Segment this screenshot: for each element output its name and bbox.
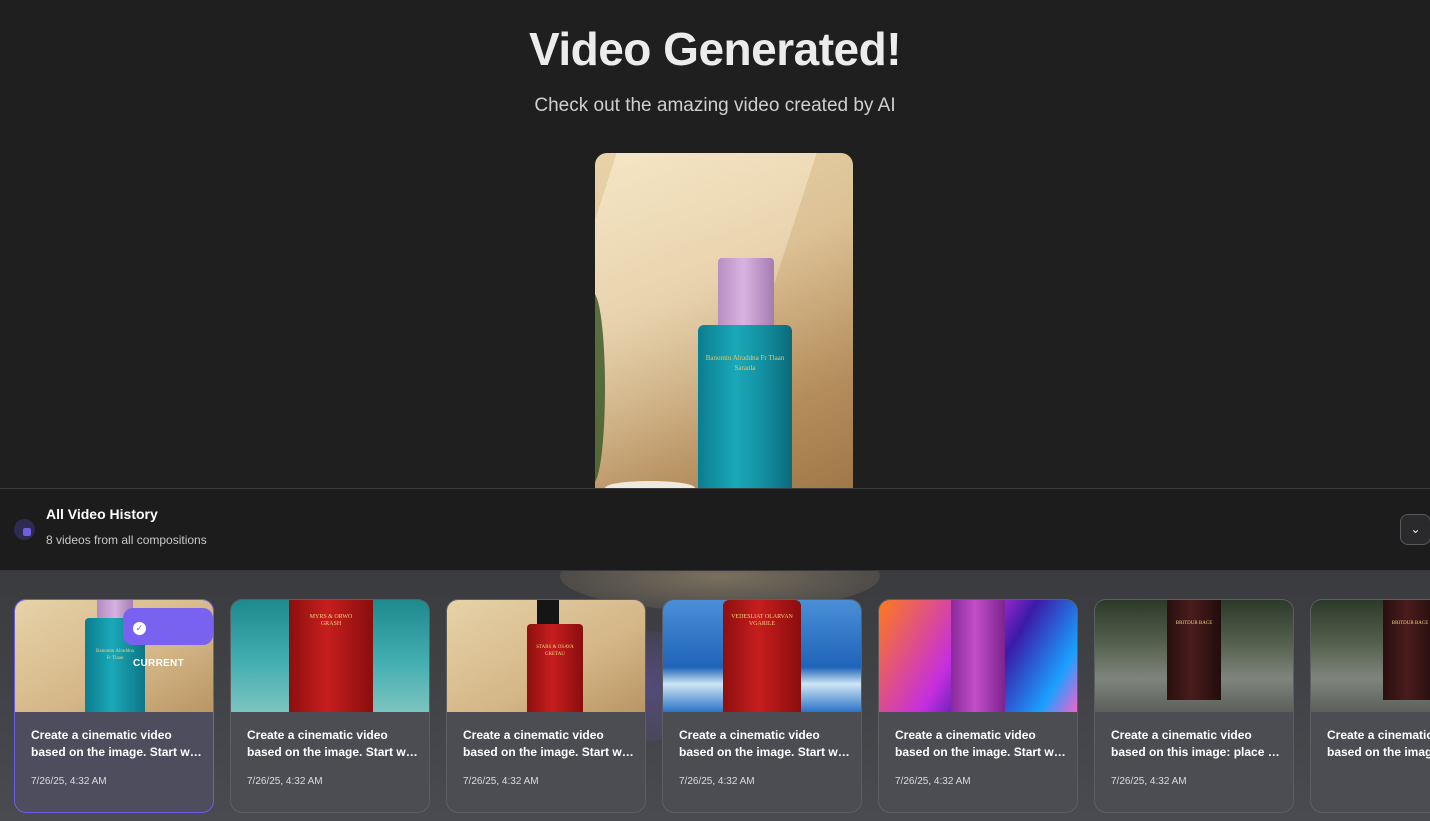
- video-thumbnail: BRITDUR BACE: [1311, 600, 1430, 712]
- video-history-strip[interactable]: Banomtu Alraddna Fr Tlaan ✓CURRENT Create…: [0, 571, 1430, 821]
- card-prompt: Create a cinematic based on the image: [1327, 728, 1430, 759]
- video-thumbnail: STARS & OSAVA GRETAU: [447, 600, 645, 712]
- card-prompt: Create a cinematic video based on the im…: [679, 728, 851, 759]
- video-thumbnail: BRITDUR BACE: [1095, 600, 1293, 712]
- history-card[interactable]: Banomtu Alraddna Fr Tlaan ✓CURRENT Create…: [14, 599, 214, 813]
- history-card[interactable]: VEDESLIAT OLARVAN VGARILE Create a cinema…: [662, 599, 862, 813]
- card-date: 7/26/25, 4:32 AM: [463, 776, 539, 787]
- card-date: 7/26/25, 4:32 AM: [679, 776, 755, 787]
- history-card[interactable]: STARS & OSAVA GRETAU Create a cinematic v…: [446, 599, 646, 813]
- card-prompt: Create a cinematic video based on the im…: [895, 728, 1067, 759]
- card-prompt: Create a cinematic video based on this i…: [1111, 728, 1283, 759]
- card-date: 7/26/25, 4:32 AM: [247, 776, 323, 787]
- page-title: Video Generated!: [528, 23, 902, 75]
- bottle-cap: [718, 258, 774, 326]
- card-date: 7/26/25, 4:32 AM: [1111, 776, 1187, 787]
- video-player[interactable]: Banomtu Alraddna Fr Tlaan Saranla: [595, 153, 853, 489]
- result-stage: Video Generated! Check out the amazing v…: [0, 0, 1430, 489]
- video-thumbnail: VEDESLIAT OLARVAN VGARILE: [663, 600, 861, 712]
- collapse-history-button[interactable]: ⌄: [1400, 514, 1430, 545]
- bottle-label: Banomtu Alraddna Fr Tlaan Saranla: [705, 354, 785, 372]
- card-prompt: Create a cinematic video based on the im…: [463, 728, 635, 759]
- chevron-down-icon: ⌄: [1410, 522, 1421, 536]
- current-badge: ✓CURRENT: [123, 608, 213, 669]
- page-subtitle: Check out the amazing video created by A…: [534, 95, 896, 116]
- history-card[interactable]: Create a cinematic video based on the im…: [878, 599, 1078, 813]
- video-thumbnail: MYRS & ORWO GRASH: [231, 600, 429, 712]
- video-thumbnail: [879, 600, 1077, 712]
- check-icon: ✓: [133, 622, 146, 635]
- video-history-header: All Video History 8 videos from all comp…: [0, 488, 1430, 571]
- perfume-bottle: Banomtu Alraddna Fr Tlaan Saranla: [698, 325, 792, 489]
- history-title: All Video History: [46, 506, 158, 522]
- history-card[interactable]: BRITDUR BACE Create a cinematic based on…: [1310, 599, 1430, 813]
- history-card[interactable]: BRITDUR BACE Create a cinematic video ba…: [1094, 599, 1294, 813]
- card-date: 7/26/25, 4:32 AM: [31, 776, 107, 787]
- history-card[interactable]: MYRS & ORWO GRASH Create a cinematic vide…: [230, 599, 430, 813]
- card-date: 7/26/25, 4:32 AM: [895, 776, 971, 787]
- card-prompt: Create a cinematic video based on the im…: [31, 728, 203, 759]
- card-prompt: Create a cinematic video based on the im…: [247, 728, 419, 759]
- history-count: 8 videos from all compositions: [46, 533, 207, 547]
- history-icon: [14, 519, 35, 540]
